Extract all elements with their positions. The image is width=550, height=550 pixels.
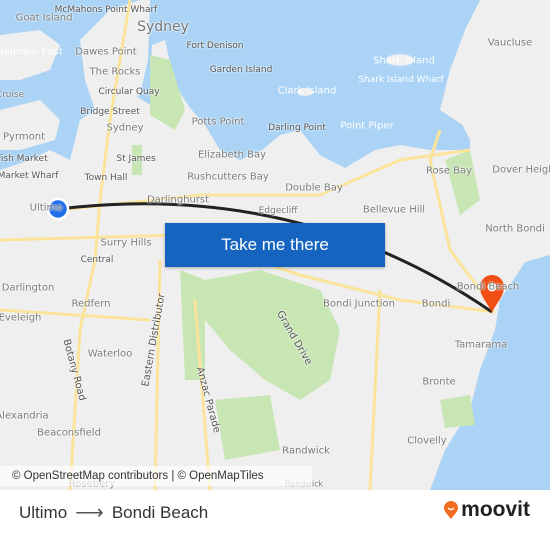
map-label: Clovelly [407, 435, 447, 447]
map-label: Sydney [137, 19, 189, 35]
map-label: Edgecliff [258, 206, 298, 216]
map-label: Shark Island Wharf [358, 75, 444, 85]
map-label: Town Hall [84, 173, 128, 183]
map-label: Eveleigh [0, 312, 42, 324]
rose-bay-park [445, 150, 480, 215]
map-label: Bondi Beach [456, 281, 520, 293]
route-title: Ultimo ⟶ Bondi Beach [19, 500, 208, 525]
map-label: Surry Hills [100, 237, 152, 249]
map-label: Bondi Junction [323, 298, 395, 310]
park-bronte [440, 395, 475, 428]
map-label: Fort Denison [186, 41, 244, 51]
map-label: Pyrmont [2, 131, 46, 143]
map-label: St James [116, 154, 156, 164]
map-label: Sydney [106, 122, 144, 134]
map-label: Bondi [421, 298, 451, 310]
map-label: Dover Heights [492, 164, 550, 176]
map-label: Redfern [71, 298, 111, 310]
centennial-park [205, 270, 340, 400]
map-label: Vaucluse [487, 37, 533, 49]
map-label: Clark Island [277, 85, 337, 97]
map-label: Ultimo [29, 202, 63, 214]
map-label: Market Wharf [0, 171, 59, 181]
map-label: Balmain East [0, 46, 63, 58]
map-label: Tamarama [454, 339, 508, 351]
moovit-logo[interactable]: moovit [443, 498, 530, 522]
harbour-water [0, 0, 480, 170]
moovit-wordmark: moovit [461, 498, 530, 521]
moovit-pin-icon [444, 501, 459, 519]
origin-name: Ultimo [19, 502, 68, 522]
map-label: Elizabeth Bay [197, 149, 267, 161]
map-label: Beaconsfield [37, 427, 101, 439]
map-label: Rose Bay [425, 165, 473, 177]
map-label: Garden Island [209, 65, 273, 75]
map-label: Central [80, 255, 114, 265]
map-label: North Bondi [485, 223, 545, 235]
map-label: Darlinghurst [146, 194, 210, 206]
map-label: Alexandria [0, 410, 49, 422]
map-label: Rushcutters Bay [187, 171, 269, 183]
map-label: Potts Point [191, 116, 245, 128]
map-label: Darling Point [268, 123, 326, 133]
map-label: The Rocks [89, 66, 141, 78]
map-label: Cruise [0, 90, 25, 100]
golf-course [215, 395, 280, 460]
map-label: Bronte [422, 376, 456, 388]
map-label: Bridge Street [80, 107, 140, 117]
arrow-right-icon: ⟶ [75, 502, 104, 524]
map-label: Double Bay [285, 182, 343, 194]
map-label: Bellevue Hill [362, 204, 426, 216]
map-label: Dawes Point [75, 46, 137, 58]
take-me-there-button[interactable]: Take me there [165, 223, 385, 267]
map[interactable]: Goat Island McMahons Point Wharf Sydney … [0, 0, 550, 490]
map-label: Point Piper [340, 120, 394, 132]
map-label: Shark Island [373, 55, 435, 67]
map-label: McMahons Point Wharf [54, 5, 158, 15]
map-label: Fish Market [0, 154, 48, 164]
map-attribution[interactable]: © OpenStreetMap contributors | © OpenMap… [0, 466, 312, 486]
destination-name: Bondi Beach [111, 502, 209, 522]
map-label: Darlington [1, 282, 55, 294]
map-label: Waterloo [87, 348, 133, 360]
map-label: Randwick [282, 445, 330, 457]
footer: Ultimo ⟶ Bondi Beach moovit [0, 490, 550, 550]
map-label: Circular Quay [98, 87, 160, 97]
